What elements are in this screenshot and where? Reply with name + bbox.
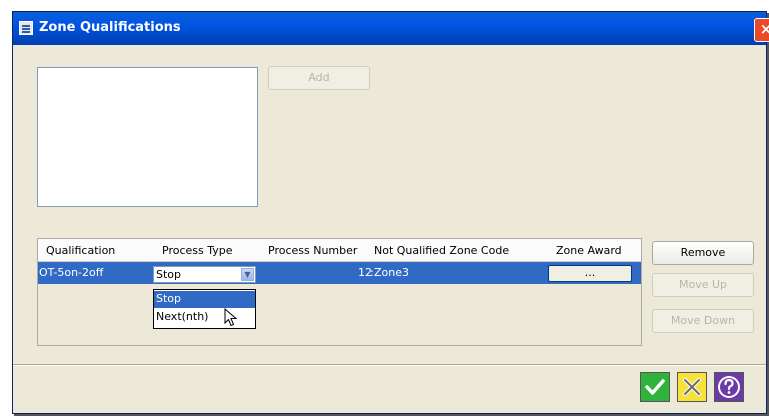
help-button[interactable]	[714, 372, 744, 402]
remove-button[interactable]: Remove	[652, 241, 754, 265]
mouse-cursor-icon	[224, 308, 238, 327]
chevron-down-icon[interactable]: ▼	[241, 268, 254, 281]
title-bar: Zone Qualifications	[13, 12, 766, 45]
cell-qualification[interactable]: OT-5on-2off	[39, 266, 103, 279]
question-icon	[718, 376, 740, 398]
qualification-listbox[interactable]	[37, 67, 258, 207]
window-icon	[19, 21, 33, 35]
dropdown-option-stop[interactable]: Stop	[154, 291, 255, 308]
window-title: Zone Qualifications	[39, 20, 181, 35]
move-down-button[interactable]: Move Down	[652, 309, 754, 333]
zone-qualifications-dialog: Zone Qualifications Add Qualification Pr…	[12, 11, 769, 414]
table-row[interactable]: OT-5on-2off Stop ▼ 12 : Zone3 ...	[38, 262, 641, 284]
cell-zone-code[interactable]: Zone3	[374, 266, 409, 279]
move-up-button[interactable]: Move Up	[652, 273, 754, 297]
close-icon: ×	[759, 20, 769, 38]
close-button[interactable]: ×	[754, 18, 769, 42]
header-zone-code[interactable]: Not Qualified Zone Code	[374, 244, 509, 257]
cancel-button[interactable]	[677, 372, 707, 402]
header-process-type[interactable]: Process Type	[162, 244, 233, 257]
add-button[interactable]: Add	[268, 66, 370, 90]
header-zone-award[interactable]: Zone Award	[556, 244, 622, 257]
checkmark-icon	[645, 379, 665, 395]
process-type-dropdown-list[interactable]: Stop Next(nth)	[153, 289, 256, 329]
x-icon	[683, 378, 701, 396]
header-process-number[interactable]: Process Number	[268, 244, 357, 257]
zone-award-button[interactable]: ...	[548, 265, 632, 282]
footer-divider	[13, 364, 766, 366]
process-type-select[interactable]: Stop ▼	[153, 266, 256, 283]
grid-header: Qualification Process Type Process Numbe…	[38, 239, 641, 262]
qualifications-grid[interactable]: Qualification Process Type Process Numbe…	[37, 238, 642, 346]
process-type-value: Stop	[156, 268, 182, 281]
header-qualification[interactable]: Qualification	[46, 244, 115, 257]
ok-button[interactable]	[640, 372, 670, 402]
